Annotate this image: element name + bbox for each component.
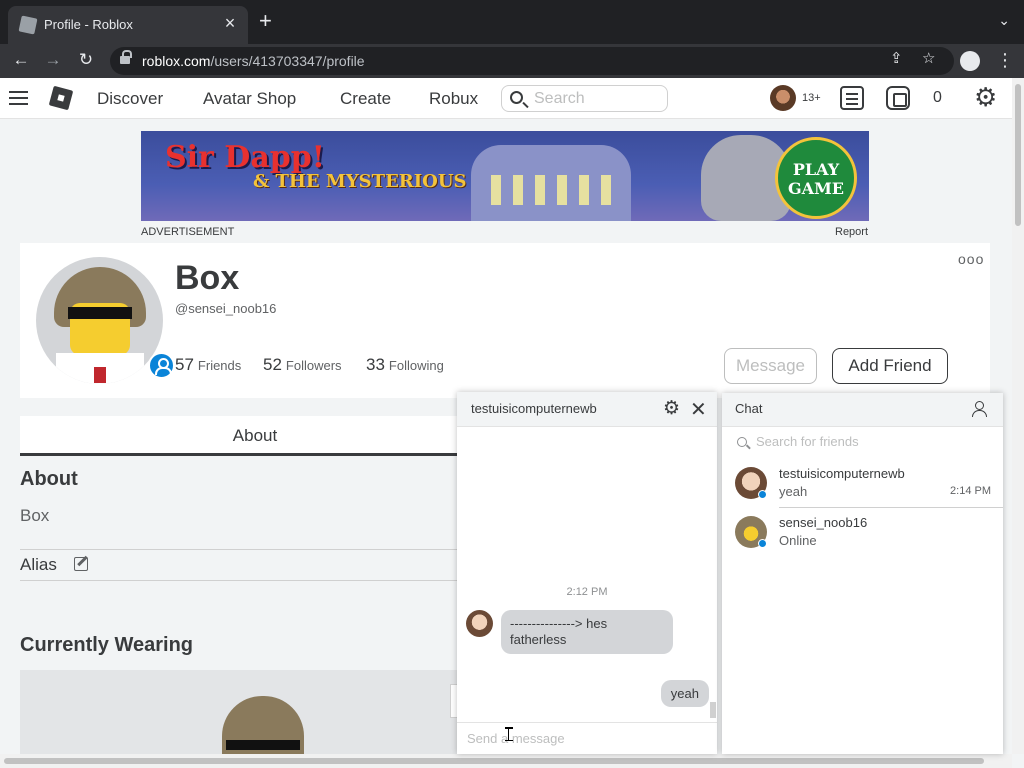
header-avatar[interactable] bbox=[770, 85, 796, 111]
alias-label: Alias bbox=[20, 555, 57, 574]
roblox-favicon-icon bbox=[18, 15, 38, 35]
conversation-settings-gear-icon[interactable]: ⚙ bbox=[663, 397, 680, 420]
lock-icon bbox=[120, 50, 132, 66]
chat-item-status: Online bbox=[779, 533, 817, 548]
currently-wearing-heading: Currently Wearing bbox=[20, 634, 193, 656]
message-input-area bbox=[457, 722, 717, 754]
ad-manor-image bbox=[471, 145, 631, 221]
conversation-scrollbar[interactable] bbox=[710, 702, 716, 718]
robux-balance: 0 bbox=[933, 89, 942, 106]
profile-header-card: Box @sensei_noob16 57 Friends 52 Followers… bbox=[20, 243, 990, 398]
edit-alias-icon[interactable] bbox=[74, 557, 88, 571]
about-heading: About bbox=[20, 468, 78, 490]
conversation-title: testuisicomputernewb bbox=[471, 401, 597, 416]
about-description: Box bbox=[20, 506, 50, 525]
browser-tab[interactable]: Profile - Roblox × bbox=[8, 6, 248, 44]
online-indicator-icon bbox=[758, 539, 767, 548]
currently-wearing-avatar[interactable] bbox=[20, 670, 460, 754]
ad-play-game-button[interactable]: PLAY GAME bbox=[775, 137, 857, 219]
sender-avatar[interactable] bbox=[466, 610, 493, 637]
browser-tabbar: Profile - Roblox × + ⌄ bbox=[0, 0, 1024, 44]
vertical-scrollbar[interactable] bbox=[1012, 78, 1024, 754]
search-icon bbox=[737, 437, 747, 447]
ad-report-link[interactable]: Report bbox=[835, 226, 868, 238]
more-options-icon[interactable]: ooo bbox=[958, 251, 984, 267]
advertisement-label: ADVERTISEMENT bbox=[141, 226, 235, 238]
text-cursor-icon bbox=[505, 727, 514, 741]
profile-tabs: About bbox=[20, 416, 460, 456]
nav-discover[interactable]: Discover bbox=[97, 89, 163, 109]
advertisement-banner[interactable]: Sir Dapp! & THE MYSTERIOUS MANOR PLAY GA… bbox=[141, 131, 869, 221]
settings-gear-icon[interactable]: ⚙ bbox=[974, 84, 998, 110]
browser-menu-icon[interactable]: ⋮ bbox=[996, 50, 1014, 71]
conversation-header[interactable]: testuisicomputernewb ⚙ ✕ bbox=[457, 392, 717, 427]
site-search bbox=[501, 85, 668, 112]
message-input[interactable] bbox=[467, 731, 707, 746]
roblox-logo-icon[interactable] bbox=[48, 85, 74, 111]
add-friend-button[interactable]: Add Friend bbox=[832, 348, 948, 384]
url-text: roblox.com/users/413703347/profile bbox=[142, 53, 365, 69]
back-arrow-icon[interactable]: ← bbox=[10, 50, 32, 70]
chat-search bbox=[722, 428, 1003, 458]
chat-item-preview: yeah bbox=[779, 484, 808, 499]
browser-profile-icon[interactable] bbox=[960, 51, 980, 71]
profile-username: @sensei_noob16 bbox=[175, 301, 277, 316]
browser-toolbar: ← → ↻ roblox.com/users/413703347/profile… bbox=[0, 44, 1024, 78]
friends-count-link[interactable]: 57 Friends bbox=[175, 355, 241, 375]
chat-item-name: testuisicomputernewb bbox=[779, 466, 905, 481]
new-tab-plus-icon[interactable]: + bbox=[259, 10, 272, 32]
tab-title: Profile - Roblox bbox=[44, 17, 133, 32]
divider bbox=[20, 549, 460, 550]
chat-item-name: sensei_noob16 bbox=[779, 515, 868, 530]
profile-avatar[interactable] bbox=[36, 257, 163, 384]
nav-avatar-shop[interactable]: Avatar Shop bbox=[203, 89, 296, 109]
ad-title: Sir Dapp! bbox=[165, 140, 325, 175]
chat-panel: Chat testuisicomputernewb yeah 2:14 PM s… bbox=[722, 393, 1003, 754]
bookmark-star-icon[interactable]: ☆ bbox=[922, 49, 935, 67]
reload-icon[interactable]: ↻ bbox=[75, 50, 97, 70]
nav-create[interactable]: Create bbox=[340, 89, 391, 109]
search-input[interactable] bbox=[534, 89, 659, 109]
address-bar[interactable]: roblox.com/users/413703347/profile bbox=[110, 47, 954, 75]
robux-icon[interactable] bbox=[886, 86, 910, 110]
tab-about[interactable]: About bbox=[20, 426, 490, 446]
chat-list-item[interactable]: testuisicomputernewb yeah 2:14 PM bbox=[722, 459, 1003, 508]
forward-arrow-icon[interactable]: → bbox=[42, 50, 64, 70]
friend-search-input[interactable] bbox=[756, 434, 986, 449]
conversation-close-icon[interactable]: ✕ bbox=[690, 397, 707, 422]
incoming-message-bubble: ---------------> hes fatherless bbox=[501, 610, 673, 654]
tab-close-icon[interactable]: × bbox=[220, 13, 240, 34]
online-status-icon bbox=[148, 352, 175, 379]
following-count-link[interactable]: 33 Following bbox=[366, 355, 444, 375]
catalog-icon[interactable] bbox=[840, 86, 864, 110]
add-friends-icon[interactable] bbox=[972, 401, 990, 417]
online-indicator-icon bbox=[758, 490, 767, 499]
nav-robux[interactable]: Robux bbox=[429, 89, 478, 109]
followers-count-link[interactable]: 52 Followers bbox=[263, 355, 342, 375]
message-button[interactable]: Message bbox=[724, 348, 817, 384]
outgoing-message-bubble: yeah bbox=[660, 680, 709, 707]
chat-item-time: 2:14 PM bbox=[950, 485, 991, 497]
site-header: Discover Avatar Shop Create Robux 13+ 0 … bbox=[0, 78, 1012, 119]
horizontal-scrollbar[interactable] bbox=[0, 754, 1012, 768]
hamburger-menu-icon[interactable] bbox=[9, 91, 28, 106]
search-icon bbox=[510, 91, 523, 104]
tab-search-chevron-icon[interactable]: ⌄ bbox=[998, 12, 1010, 29]
chat-header[interactable]: Chat bbox=[722, 393, 1003, 427]
share-icon[interactable]: ⇪ bbox=[890, 49, 903, 67]
profile-display-name: Box bbox=[175, 259, 240, 297]
message-timestamp: 2:12 PM bbox=[566, 586, 608, 598]
divider bbox=[20, 580, 460, 581]
chat-list-item[interactable]: sensei_noob16 Online bbox=[722, 508, 1003, 557]
conversation-window: testuisicomputernewb ⚙ ✕ 2:12 PM -------… bbox=[457, 392, 717, 754]
chat-title: Chat bbox=[735, 401, 763, 416]
age-badge: 13+ bbox=[802, 92, 821, 104]
